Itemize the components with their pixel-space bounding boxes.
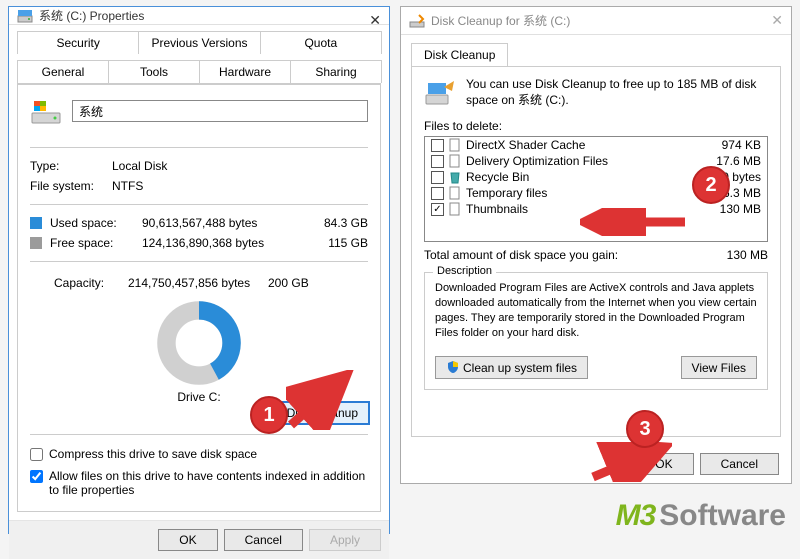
drive-name-input[interactable] (72, 100, 368, 122)
file-checkbox[interactable] (431, 171, 444, 184)
titlebar[interactable]: Disk Cleanup for 系统 (C:) ✕ (401, 7, 791, 35)
apply-button[interactable]: Apply (309, 529, 381, 551)
tab-sharing[interactable]: Sharing (290, 60, 382, 83)
compress-checkbox-row[interactable]: Compress this drive to save disk space (30, 447, 368, 461)
file-checkbox[interactable] (431, 187, 444, 200)
tab-tools[interactable]: Tools (108, 60, 200, 83)
titlebar[interactable]: 系统 (C:) Properties ✕ (9, 7, 389, 25)
drive-large-icon (30, 95, 62, 127)
capacity-hr: 200 GB (268, 276, 309, 290)
cleanup-icon (409, 13, 425, 29)
description-text: Downloaded Program Files are ActiveX con… (435, 281, 757, 340)
recycle-bin-icon (448, 170, 462, 184)
annotation-badge-2: 2 (692, 166, 730, 204)
tabs-upper: Security Previous Versions Quota (17, 31, 381, 54)
file-icon (448, 186, 462, 200)
list-item[interactable]: DirectX Shader Cache974 KB (425, 137, 767, 153)
cleanup-panel: You can use Disk Cleanup to free up to 1… (411, 66, 781, 437)
title-text: 系统 (C:) Properties (39, 7, 144, 24)
compress-label: Compress this drive to save disk space (49, 447, 257, 461)
ok-button[interactable]: OK (158, 529, 217, 551)
cleanup-large-icon (424, 77, 456, 109)
description-legend: Description (433, 265, 496, 277)
used-space-bytes: 90,613,567,488 bytes (142, 216, 308, 230)
free-space-label: Free space: (50, 236, 142, 250)
cancel-button[interactable]: Cancel (224, 529, 303, 551)
tabs-lower: General Tools Hardware Sharing (17, 60, 381, 84)
type-label: Type: (30, 159, 112, 173)
fs-value: NTFS (112, 179, 143, 193)
tab-security[interactable]: Security (17, 31, 139, 54)
used-color-swatch (30, 217, 42, 229)
disk-cleanup-window: Disk Cleanup for 系统 (C:) ✕ Disk Cleanup … (400, 6, 792, 484)
tab-disk-cleanup[interactable]: Disk Cleanup (411, 43, 508, 66)
intro-text: You can use Disk Cleanup to free up to 1… (466, 77, 768, 109)
files-to-delete-label: Files to delete: (424, 119, 768, 133)
drive-icon (17, 8, 33, 24)
used-space-label: Used space: (50, 216, 142, 230)
annotation-arrow-1 (286, 370, 356, 430)
index-checkbox[interactable] (30, 470, 43, 483)
dialog-buttons: OK Cancel Apply (9, 520, 389, 559)
index-label: Allow files on this drive to have conten… (49, 469, 368, 497)
tab-previous-versions[interactable]: Previous Versions (138, 31, 260, 54)
type-value: Local Disk (112, 159, 167, 173)
cancel-button[interactable]: Cancel (700, 453, 779, 475)
file-checkbox[interactable] (431, 155, 444, 168)
watermark-m3: M3 (616, 499, 656, 532)
fs-label: File system: (30, 179, 112, 193)
free-space-bytes: 124,136,890,368 bytes (142, 236, 308, 250)
annotation-badge-3: 3 (626, 410, 664, 448)
annotation-badge-1: 1 (250, 396, 288, 434)
title-text: Disk Cleanup for 系统 (C:) (431, 12, 570, 29)
general-panel: Type:Local Disk File system:NTFS Used sp… (17, 84, 381, 512)
cleanup-system-files-button[interactable]: Clean up system files (435, 356, 588, 379)
watermark-software: Software (659, 499, 786, 532)
description-group: Description Downloaded Program Files are… (424, 272, 768, 390)
tab-quota[interactable]: Quota (260, 31, 382, 54)
file-checkbox[interactable] (431, 139, 444, 152)
total-gain-label: Total amount of disk space you gain: (424, 248, 727, 262)
used-space-hr: 84.3 GB (308, 216, 368, 230)
close-icon[interactable]: ✕ (369, 12, 381, 29)
annotation-arrow-3 (588, 442, 672, 482)
close-icon[interactable]: ✕ (771, 12, 783, 29)
watermark-logo: M3Software (616, 499, 786, 533)
free-color-swatch (30, 237, 42, 249)
shield-icon (446, 360, 460, 374)
file-icon (448, 138, 462, 152)
annotation-arrow-2 (580, 208, 690, 236)
tab-general[interactable]: General (17, 60, 109, 83)
capacity-bytes: 214,750,457,856 bytes (128, 276, 268, 290)
compress-checkbox[interactable] (30, 448, 43, 461)
properties-window: 系统 (C:) Properties ✕ Security Previous V… (8, 6, 390, 534)
index-checkbox-row[interactable]: Allow files on this drive to have conten… (30, 469, 368, 497)
total-gain-value: 130 MB (727, 248, 768, 262)
capacity-label: Capacity: (54, 276, 128, 290)
tab-hardware[interactable]: Hardware (199, 60, 291, 83)
view-files-button[interactable]: View Files (681, 356, 757, 379)
tabs: Disk Cleanup (411, 43, 781, 66)
file-icon (448, 202, 462, 216)
file-icon (448, 154, 462, 168)
capacity-donut-chart (156, 300, 242, 386)
file-checkbox[interactable] (431, 203, 444, 216)
free-space-hr: 115 GB (308, 236, 368, 250)
